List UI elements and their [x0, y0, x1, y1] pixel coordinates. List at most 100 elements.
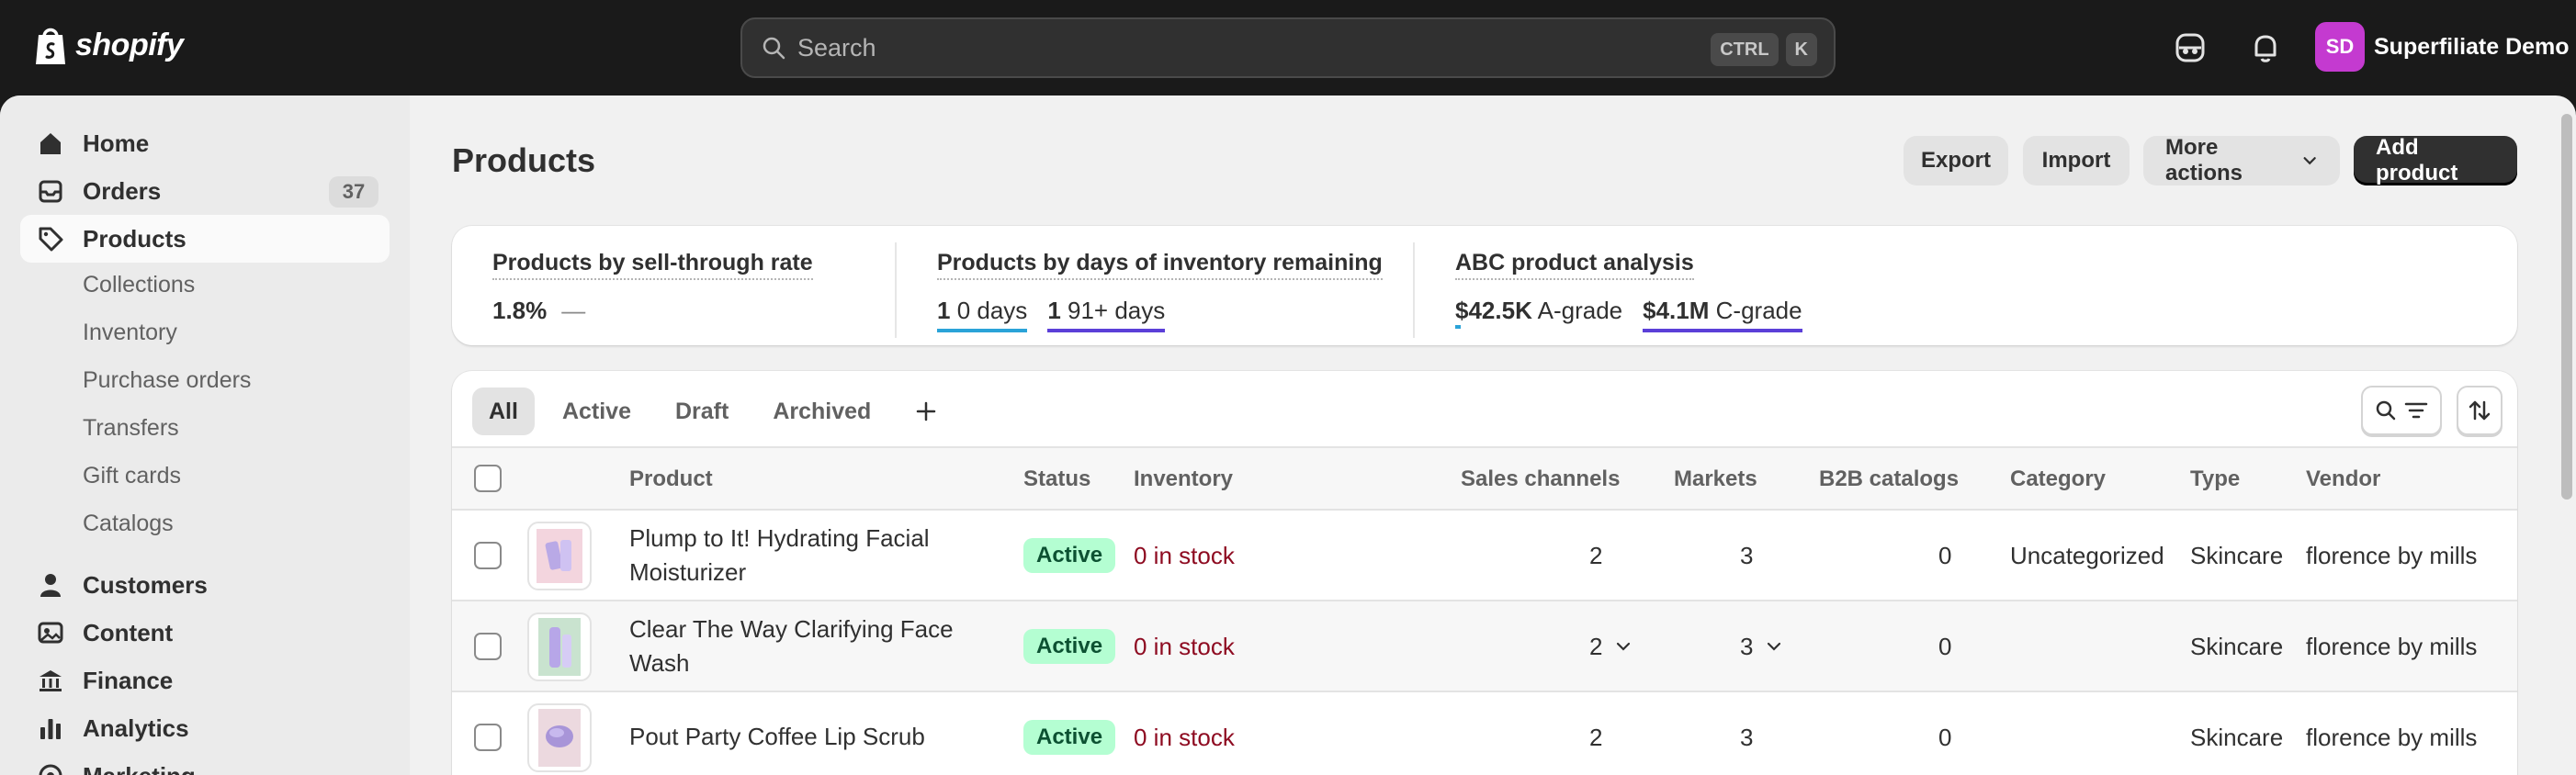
tab-draft[interactable]: Draft: [659, 388, 745, 435]
export-button[interactable]: Export: [1904, 136, 2008, 185]
segment-value: $4.1M: [1643, 297, 1710, 324]
sidebar-subitem-transfers[interactable]: Transfers: [83, 410, 179, 446]
search-placeholder: Search: [797, 33, 876, 62]
column-status[interactable]: Status: [1023, 466, 1090, 492]
more-actions-label: More actions: [2165, 135, 2243, 185]
page-title: Products: [452, 141, 596, 179]
sales-channels-dropdown[interactable]: 2: [1589, 633, 1632, 661]
target-icon: [39, 764, 62, 775]
search-bar[interactable]: Search CTRL K: [740, 17, 1836, 78]
analytics-card: Products by sell-through rate 1.8% — Pro…: [452, 226, 2517, 345]
sort-icon: [2469, 400, 2491, 421]
sidebar: Home Orders 37 Products Collections Inve…: [0, 95, 410, 775]
search-icon: [763, 37, 785, 60]
sidebar-item-products[interactable]: Products: [20, 215, 390, 263]
sidebar-subitem-catalogs[interactable]: Catalogs: [83, 505, 174, 542]
table-row[interactable]: Plump to It! Hydrating Facial Moisturize…: [452, 511, 2517, 601]
markets-value: 3: [1740, 724, 1754, 751]
inventory-value: 0 in stock: [1134, 633, 1235, 660]
sidebar-item-content[interactable]: Content: [20, 609, 390, 657]
sidebar-item-finance[interactable]: Finance: [20, 657, 390, 704]
shopify-logo[interactable]: shopify: [33, 24, 184, 66]
column-product[interactable]: Product: [629, 466, 713, 492]
bank-icon: [40, 670, 62, 691]
b2b-value: 0: [1938, 542, 1952, 569]
sidekick-icon[interactable]: [2172, 29, 2209, 66]
sidebar-item-label: Finance: [83, 666, 174, 694]
sidebar-subitem-purchase-orders[interactable]: Purchase orders: [83, 362, 251, 399]
metric-title: Products by sell-through rate: [492, 250, 813, 280]
select-all-checkbox[interactable]: [474, 465, 502, 492]
tab-all[interactable]: All: [472, 388, 535, 435]
markets-value: 3: [1740, 542, 1754, 569]
person-icon: [40, 574, 61, 597]
account-menu[interactable]: SD Superfiliate Demo: [2315, 22, 2570, 72]
sidebar-subitem-collections[interactable]: Collections: [83, 266, 195, 303]
lip-scrub-image: [538, 709, 581, 767]
table-row[interactable]: Clear The Way Clarifying Face Wash Activ…: [452, 601, 2517, 692]
product-name[interactable]: Plump to It! Hydrating Facial Moisturize…: [629, 522, 997, 590]
sidebar-item-analytics[interactable]: Analytics: [20, 704, 390, 752]
more-actions-button[interactable]: More actions: [2143, 135, 2340, 185]
column-type[interactable]: Type: [2190, 466, 2240, 492]
row-checkbox[interactable]: [474, 633, 502, 660]
markets-dropdown[interactable]: 3: [1740, 633, 1782, 661]
sidebar-item-label: Orders: [83, 176, 162, 205]
sort-button[interactable]: [2457, 386, 2503, 435]
sidebar-subitem-inventory[interactable]: Inventory: [83, 314, 177, 351]
kbd-ctrl: CTRL: [1711, 33, 1779, 66]
column-category[interactable]: Category: [2010, 466, 2106, 492]
column-b2b-catalogs[interactable]: B2B catalogs: [1819, 466, 1959, 492]
sidebar-item-marketing[interactable]: Marketing: [20, 752, 390, 775]
inventory-segment-0-days: 1 0 days: [937, 297, 1028, 332]
sidebar-item-orders[interactable]: Orders 37: [20, 167, 390, 215]
metric-divider: [895, 242, 897, 338]
row-checkbox[interactable]: [474, 542, 502, 569]
products-table-card: All Active Draft Archived Product Status…: [452, 371, 2517, 775]
row-checkbox[interactable]: [474, 724, 502, 751]
orders-icon: [39, 180, 62, 203]
b2b-value: 0: [1938, 633, 1952, 660]
sales-channels-value: 2: [1589, 724, 1603, 751]
metric-days-inventory[interactable]: Products by days of inventory remaining …: [937, 250, 1383, 332]
b2b-value: 0: [1938, 724, 1952, 751]
tab-active[interactable]: Active: [546, 388, 648, 435]
page-scrollbar[interactable]: [2561, 114, 2572, 500]
sidebar-subitem-gift-cards[interactable]: Gift cards: [83, 457, 181, 494]
bell-icon[interactable]: [2247, 29, 2284, 66]
column-vendor[interactable]: Vendor: [2306, 466, 2380, 492]
metric-title: ABC product analysis: [1455, 250, 1694, 280]
abc-segment-a: $42.5K A-grade: [1455, 297, 1623, 332]
segment-count: 1: [937, 297, 951, 324]
column-markets[interactable]: Markets: [1674, 466, 1757, 492]
bar-chart-icon: [40, 719, 61, 739]
product-name[interactable]: Pout Party Coffee Lip Scrub: [629, 720, 997, 754]
sidebar-item-home[interactable]: Home: [20, 119, 390, 167]
kbd-k: K: [1785, 33, 1817, 66]
add-product-button[interactable]: Add product: [2354, 135, 2517, 185]
product-thumbnail: [527, 522, 592, 590]
import-button[interactable]: Import: [2023, 136, 2130, 185]
add-view-button[interactable]: [898, 388, 954, 435]
brand-name: shopify: [75, 27, 184, 62]
face-wash-image: [538, 618, 581, 676]
metric-abc-analysis[interactable]: ABC product analysis $42.5K A-grade $4.1…: [1455, 250, 1802, 332]
filter-tabs: All Active Draft Archived: [472, 388, 954, 435]
sidebar-item-customers[interactable]: Customers: [20, 561, 390, 609]
search-shortcut: CTRL K: [1711, 33, 1817, 66]
metric-sell-through[interactable]: Products by sell-through rate 1.8% —: [492, 250, 813, 325]
column-inventory[interactable]: Inventory: [1134, 466, 1233, 492]
abc-segment-c: $4.1M C-grade: [1643, 297, 1802, 332]
column-sales-channels[interactable]: Sales channels: [1461, 466, 1620, 492]
tab-archived[interactable]: Archived: [756, 388, 887, 435]
avatar: SD: [2315, 22, 2365, 72]
table-row[interactable]: Pout Party Coffee Lip Scrub Active 0 in …: [452, 692, 2517, 775]
search-filter-button[interactable]: [2361, 386, 2442, 435]
status-badge: Active: [1023, 629, 1116, 664]
status-badge: Active: [1023, 720, 1116, 755]
sidebar-item-label: Customers: [83, 570, 208, 599]
chevron-down-icon: [2303, 157, 2316, 165]
top-bar: shopify Search CTRL K SD Superfiliate De…: [0, 0, 2576, 95]
type-value: Skincare: [2190, 542, 2284, 569]
product-name[interactable]: Clear The Way Clarifying Face Wash: [629, 612, 997, 680]
